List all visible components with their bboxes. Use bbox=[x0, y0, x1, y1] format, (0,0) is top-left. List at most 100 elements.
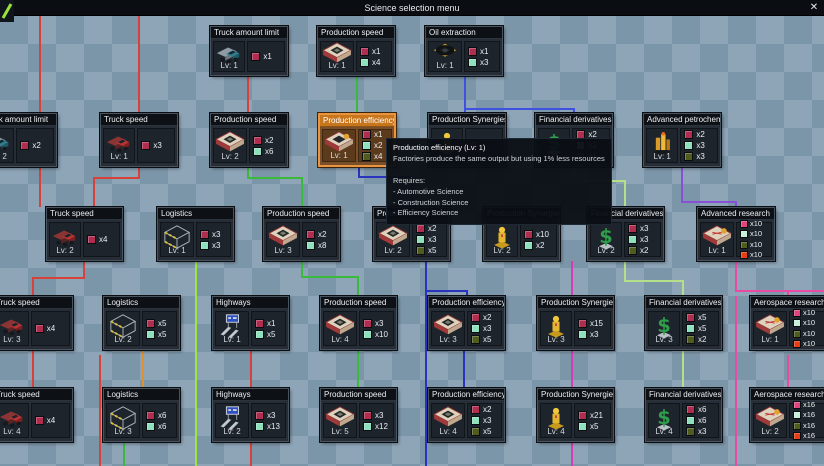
connector-line bbox=[301, 276, 359, 278]
tech-node[interactable]: Truck speedLv: 2x4 bbox=[46, 207, 123, 261]
node-level: Lv: 3 bbox=[107, 427, 139, 436]
cost-item: x10 bbox=[740, 251, 768, 260]
tech-node[interactable]: Financial derivatives$Lv: 4x6x6x3 bbox=[645, 388, 722, 442]
tech-node[interactable]: Production speedLv: 1x1x4 bbox=[317, 26, 395, 76]
cost-swatch bbox=[20, 141, 29, 150]
node-title: Financial derivatives bbox=[646, 389, 721, 401]
tech-node[interactable]: Advanced researchLv: 1x10x10x10x10 bbox=[697, 207, 775, 261]
cost-quantity: x5 bbox=[483, 335, 491, 344]
tech-node[interactable]: Truck speedLv: 3x4 bbox=[0, 296, 73, 350]
cost-swatch bbox=[793, 340, 801, 348]
node-cost-panel: x4 bbox=[31, 311, 70, 346]
tech-node[interactable]: Production efficiencyLv: 1x1x2x4 bbox=[318, 113, 396, 167]
cost-quantity: x5 bbox=[158, 319, 166, 328]
node-icon-panel: Lv: 1 bbox=[322, 129, 356, 162]
tech-node[interactable]: Production speedLv: 5x3x12 bbox=[320, 388, 397, 442]
tech-node[interactable]: Truck amount limitLv: 2x2 bbox=[0, 113, 57, 167]
cost-quantity: x2 bbox=[483, 405, 491, 414]
connector-line bbox=[735, 290, 824, 292]
cost-item: x2 bbox=[628, 246, 657, 255]
node-icon-panel: Lv: 3 bbox=[0, 311, 29, 346]
cost-item: x2 bbox=[524, 241, 553, 250]
cost-item: x10 bbox=[524, 230, 553, 239]
node-icon-panel: Lv: 2 bbox=[486, 222, 518, 257]
cost-swatch bbox=[524, 241, 533, 250]
cost-quantity: x1 bbox=[374, 130, 382, 139]
node-icon-panel: Lv: 1 bbox=[320, 41, 354, 72]
cost-swatch bbox=[628, 235, 637, 244]
node-level: Lv: 2 bbox=[591, 246, 621, 255]
cost-item: x2 bbox=[306, 230, 333, 239]
cost-item: x2 bbox=[362, 141, 388, 150]
connector-line bbox=[93, 177, 140, 179]
tech-node[interactable]: Production speedLv: 4x3x10 bbox=[320, 296, 397, 350]
cost-item: x10 bbox=[740, 241, 768, 250]
node-level: Lv: 3 bbox=[649, 335, 679, 344]
tooltip: Production efficiency (Lv: 1) Factories … bbox=[386, 138, 612, 225]
tech-node[interactable]: Production SynergiesLv: 4x21x5 bbox=[537, 388, 614, 442]
tech-node[interactable]: HighwaysLv: 2x3x13 bbox=[212, 388, 289, 442]
connector-line bbox=[425, 290, 468, 292]
node-cost-panel: x2x3x5 bbox=[467, 311, 502, 346]
cost-item: x1 bbox=[251, 52, 281, 61]
cost-item: x3 bbox=[141, 141, 171, 150]
tech-node[interactable]: Aerospace researchLv: 1x10x10x10x10 bbox=[750, 296, 824, 350]
cost-quantity: x2 bbox=[696, 130, 704, 139]
cost-quantity: x3 bbox=[696, 141, 704, 150]
cost-swatch bbox=[253, 136, 262, 145]
close-button[interactable]: ✕ bbox=[807, 1, 821, 15]
node-cost-panel: x2x8 bbox=[302, 222, 337, 257]
tech-node[interactable]: LogisticsLv: 1x3x3 bbox=[157, 207, 234, 261]
node-level: Lv: 2 bbox=[107, 335, 139, 344]
cost-quantity: x2 bbox=[265, 136, 273, 145]
tech-node[interactable]: Production speedLv: 2x2x6 bbox=[210, 113, 288, 167]
draw-tool-button[interactable] bbox=[0, 0, 14, 22]
tech-node[interactable]: Truck amount limitLv: 1x1 bbox=[210, 26, 288, 76]
tech-node[interactable]: Truck speedLv: 4x4 bbox=[0, 388, 73, 442]
node-cost-panel: x15x3 bbox=[574, 311, 611, 346]
cost-swatch bbox=[471, 416, 480, 425]
node-icon-panel: Lv: 5 bbox=[323, 403, 357, 438]
cost-quantity: x3 bbox=[375, 411, 383, 420]
cost-item: x15 bbox=[578, 319, 607, 328]
tech-node[interactable]: Advanced petrochemicalsLv: 1x2x3x3 bbox=[643, 113, 721, 167]
cost-swatch bbox=[360, 47, 369, 56]
node-level: Lv: 1 bbox=[429, 61, 461, 70]
cost-quantity: x3 bbox=[483, 324, 491, 333]
tech-node[interactable]: Production SynergiesLv: 3x15x3 bbox=[537, 296, 614, 350]
node-level: Lv: 1 bbox=[321, 61, 353, 70]
tech-node[interactable]: Production efficiencyLv: 3x2x3x5 bbox=[428, 296, 505, 350]
cost-swatch bbox=[306, 241, 315, 250]
cost-item: x3 bbox=[628, 235, 657, 244]
cost-swatch bbox=[255, 422, 264, 431]
cost-item: x16 bbox=[793, 401, 821, 410]
node-level: Lv: 2 bbox=[377, 246, 409, 255]
node-cost-panel: x1x5 bbox=[251, 311, 286, 346]
cost-item: x4 bbox=[35, 416, 66, 425]
connector-line bbox=[99, 355, 101, 466]
tech-node[interactable]: Truck speedLv: 1x3 bbox=[100, 113, 178, 167]
tech-node[interactable]: Production speedLv: 3x2x8 bbox=[263, 207, 340, 261]
cost-quantity: x6 bbox=[158, 422, 166, 431]
node-cost-panel: x10x2 bbox=[520, 222, 557, 257]
tech-node[interactable]: Production efficiencyLv: 4x2x3x5 bbox=[428, 388, 505, 442]
tech-node[interactable]: LogisticsLv: 2x5x5 bbox=[103, 296, 180, 350]
tech-node[interactable]: Financial derivatives$Lv: 3x5x5x2 bbox=[645, 296, 722, 350]
node-level: Lv: 3 bbox=[0, 335, 28, 344]
cost-swatch bbox=[362, 141, 371, 150]
node-cost-panel: x3x13 bbox=[251, 403, 286, 438]
cost-quantity: x2 bbox=[374, 141, 382, 150]
node-icon-panel: $Lv: 2 bbox=[590, 222, 622, 257]
cost-quantity: x6 bbox=[698, 416, 706, 425]
cost-quantity: x10 bbox=[536, 230, 549, 239]
tech-node[interactable]: Oil extractionLv: 1x1x3 bbox=[425, 26, 503, 76]
cost-item: x12 bbox=[363, 422, 390, 431]
tooltip-title: Production efficiency (Lv: 1) bbox=[393, 143, 605, 154]
tech-node[interactable]: Aerospace researchLv: 2x16x16x16x16 bbox=[750, 388, 824, 442]
tech-node[interactable]: HighwaysLv: 1x1x5 bbox=[212, 296, 289, 350]
cost-item: x3 bbox=[200, 230, 227, 239]
cost-item: x5 bbox=[686, 324, 715, 333]
tech-node[interactable]: LogisticsLv: 3x6x6 bbox=[103, 388, 180, 442]
node-level: Lv: 3 bbox=[541, 335, 571, 344]
science-selection-window: Truck amount limitLv: 1x1 Production spee… bbox=[0, 0, 824, 466]
